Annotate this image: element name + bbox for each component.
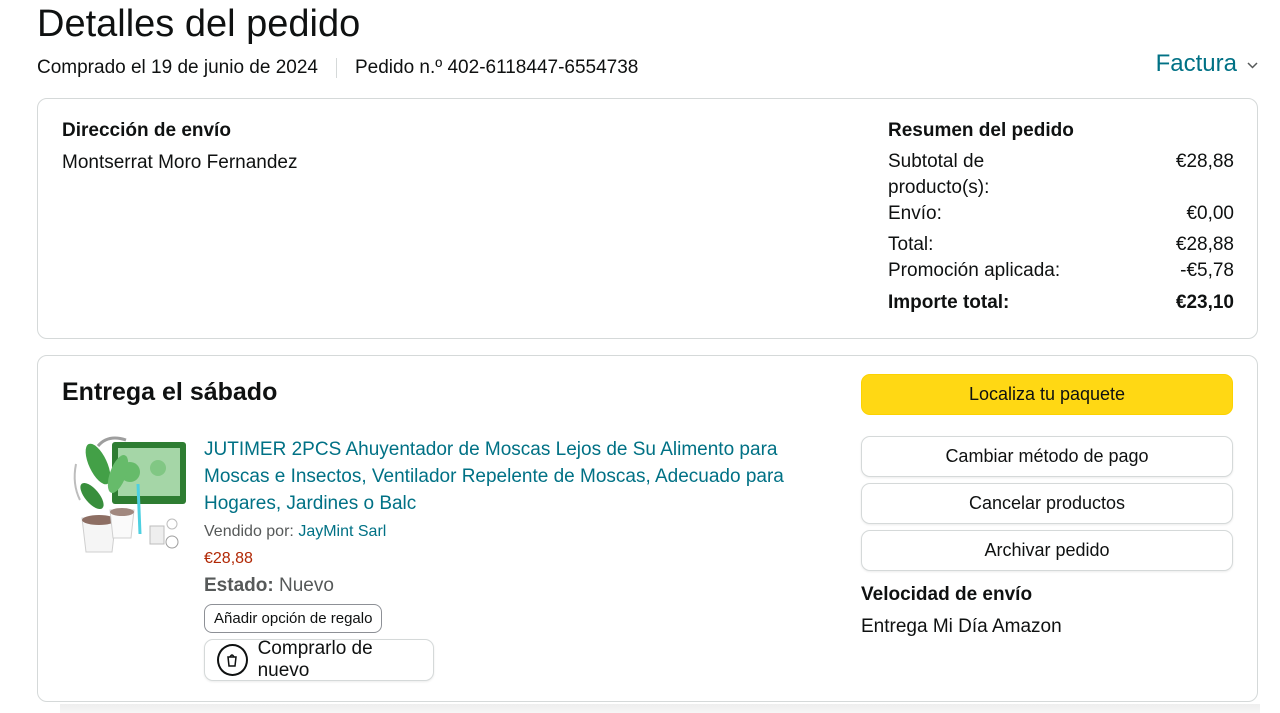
shipping-address-label: Dirección de envío: [62, 120, 231, 141]
product-price: €28,88: [204, 550, 253, 567]
summary-key: Promoción aplicada:: [888, 260, 1061, 281]
order-summary-label: Resumen del pedido: [888, 120, 1074, 141]
product-info: JUTIMER 2PCS Ahuyentador de Moscas Lejos…: [204, 436, 834, 681]
summary-row-promotion: Promoción aplicada: -€5,78: [888, 258, 1234, 284]
meta-divider: [335, 58, 337, 78]
shipping-name: Montserrat Moro Fernandez: [62, 152, 298, 173]
summary-key: Subtotal de producto(s):: [888, 151, 990, 198]
product-title-link[interactable]: JUTIMER 2PCS Ahuyentador de Moscas Lejos…: [204, 436, 834, 517]
sold-by: Vendido por: JayMint Sarl: [204, 521, 834, 543]
track-package-button[interactable]: Localiza tu paquete: [861, 374, 1233, 415]
summary-row-shipping: Envío: €0,00: [888, 201, 1234, 227]
summary-value: €28,88: [1175, 151, 1234, 172]
bottom-divider: [60, 704, 1260, 713]
summary-value: €28,88: [1175, 234, 1234, 255]
seller-link[interactable]: JayMint Sarl: [298, 523, 386, 540]
order-details-page: Detalles del pedido Comprado el 19 de ju…: [0, 0, 1280, 713]
grand-total-label: Importe total:: [888, 292, 1010, 313]
cancel-items-button[interactable]: Cancelar productos: [861, 483, 1233, 524]
summary-value: -€5,78: [1180, 260, 1234, 281]
rebuy-icon: [217, 644, 248, 676]
change-payment-button[interactable]: Cambiar método de pago: [861, 436, 1233, 477]
shipping-speed-label: Velocidad de envío: [861, 584, 1033, 605]
order-info-box: Dirección de envío Montserrat Moro Ferna…: [37, 98, 1258, 339]
order-number: Pedido n.º 402-6118447-6554738: [354, 57, 639, 78]
add-gift-option-button[interactable]: Añadir opción de regalo: [204, 604, 383, 633]
summary-value: €0,00: [1186, 203, 1234, 224]
summary-row-subtotal: Subtotal de producto(s): €28,88: [888, 149, 1234, 201]
state-value: Nuevo: [278, 575, 334, 596]
archive-order-button[interactable]: Archivar pedido: [861, 530, 1233, 571]
order-summary: Resumen del pedido Subtotal de producto(…: [888, 119, 1234, 316]
order-meta: Comprado el 19 de junio de 2024 Pedido n…: [37, 56, 638, 80]
chevron-down-icon: [1247, 58, 1258, 72]
product-image[interactable]: [68, 434, 190, 560]
buy-again-label: Comprarlo de nuevo: [257, 638, 373, 681]
summary-row-total: Total: €28,88: [888, 232, 1234, 258]
delivery-box: Entrega el sábado JUTIMER 2PCS Ahuyentad…: [37, 355, 1258, 702]
page-title: Detalles del pedido: [37, 3, 361, 45]
invoice-label: Factura: [1155, 50, 1237, 77]
product-state: Estado: Nuevo: [204, 574, 834, 598]
summary-key: Total:: [888, 234, 934, 255]
summary-key: Envío:: [888, 203, 942, 224]
invoice-dropdown[interactable]: Factura: [1156, 50, 1258, 78]
shipping-address: Dirección de envío Montserrat Moro Ferna…: [62, 119, 298, 175]
purchase-date: Comprado el 19 de junio de 2024: [37, 57, 318, 78]
summary-row-grand-total: Importe total: €23,10: [888, 290, 1234, 316]
buy-again-button[interactable]: Comprarlo de nuevo: [204, 638, 434, 681]
sold-by-label: Vendido por:: [204, 523, 294, 540]
state-label: Estado:: [204, 575, 274, 596]
shipping-speed-value: Entrega Mi Día Amazon: [861, 616, 1062, 637]
grand-total-value: €23,10: [1175, 292, 1234, 313]
delivery-actions: Localiza tu paquete Cambiar método de pa…: [861, 374, 1233, 639]
delivery-heading: Entrega el sábado: [62, 378, 278, 406]
